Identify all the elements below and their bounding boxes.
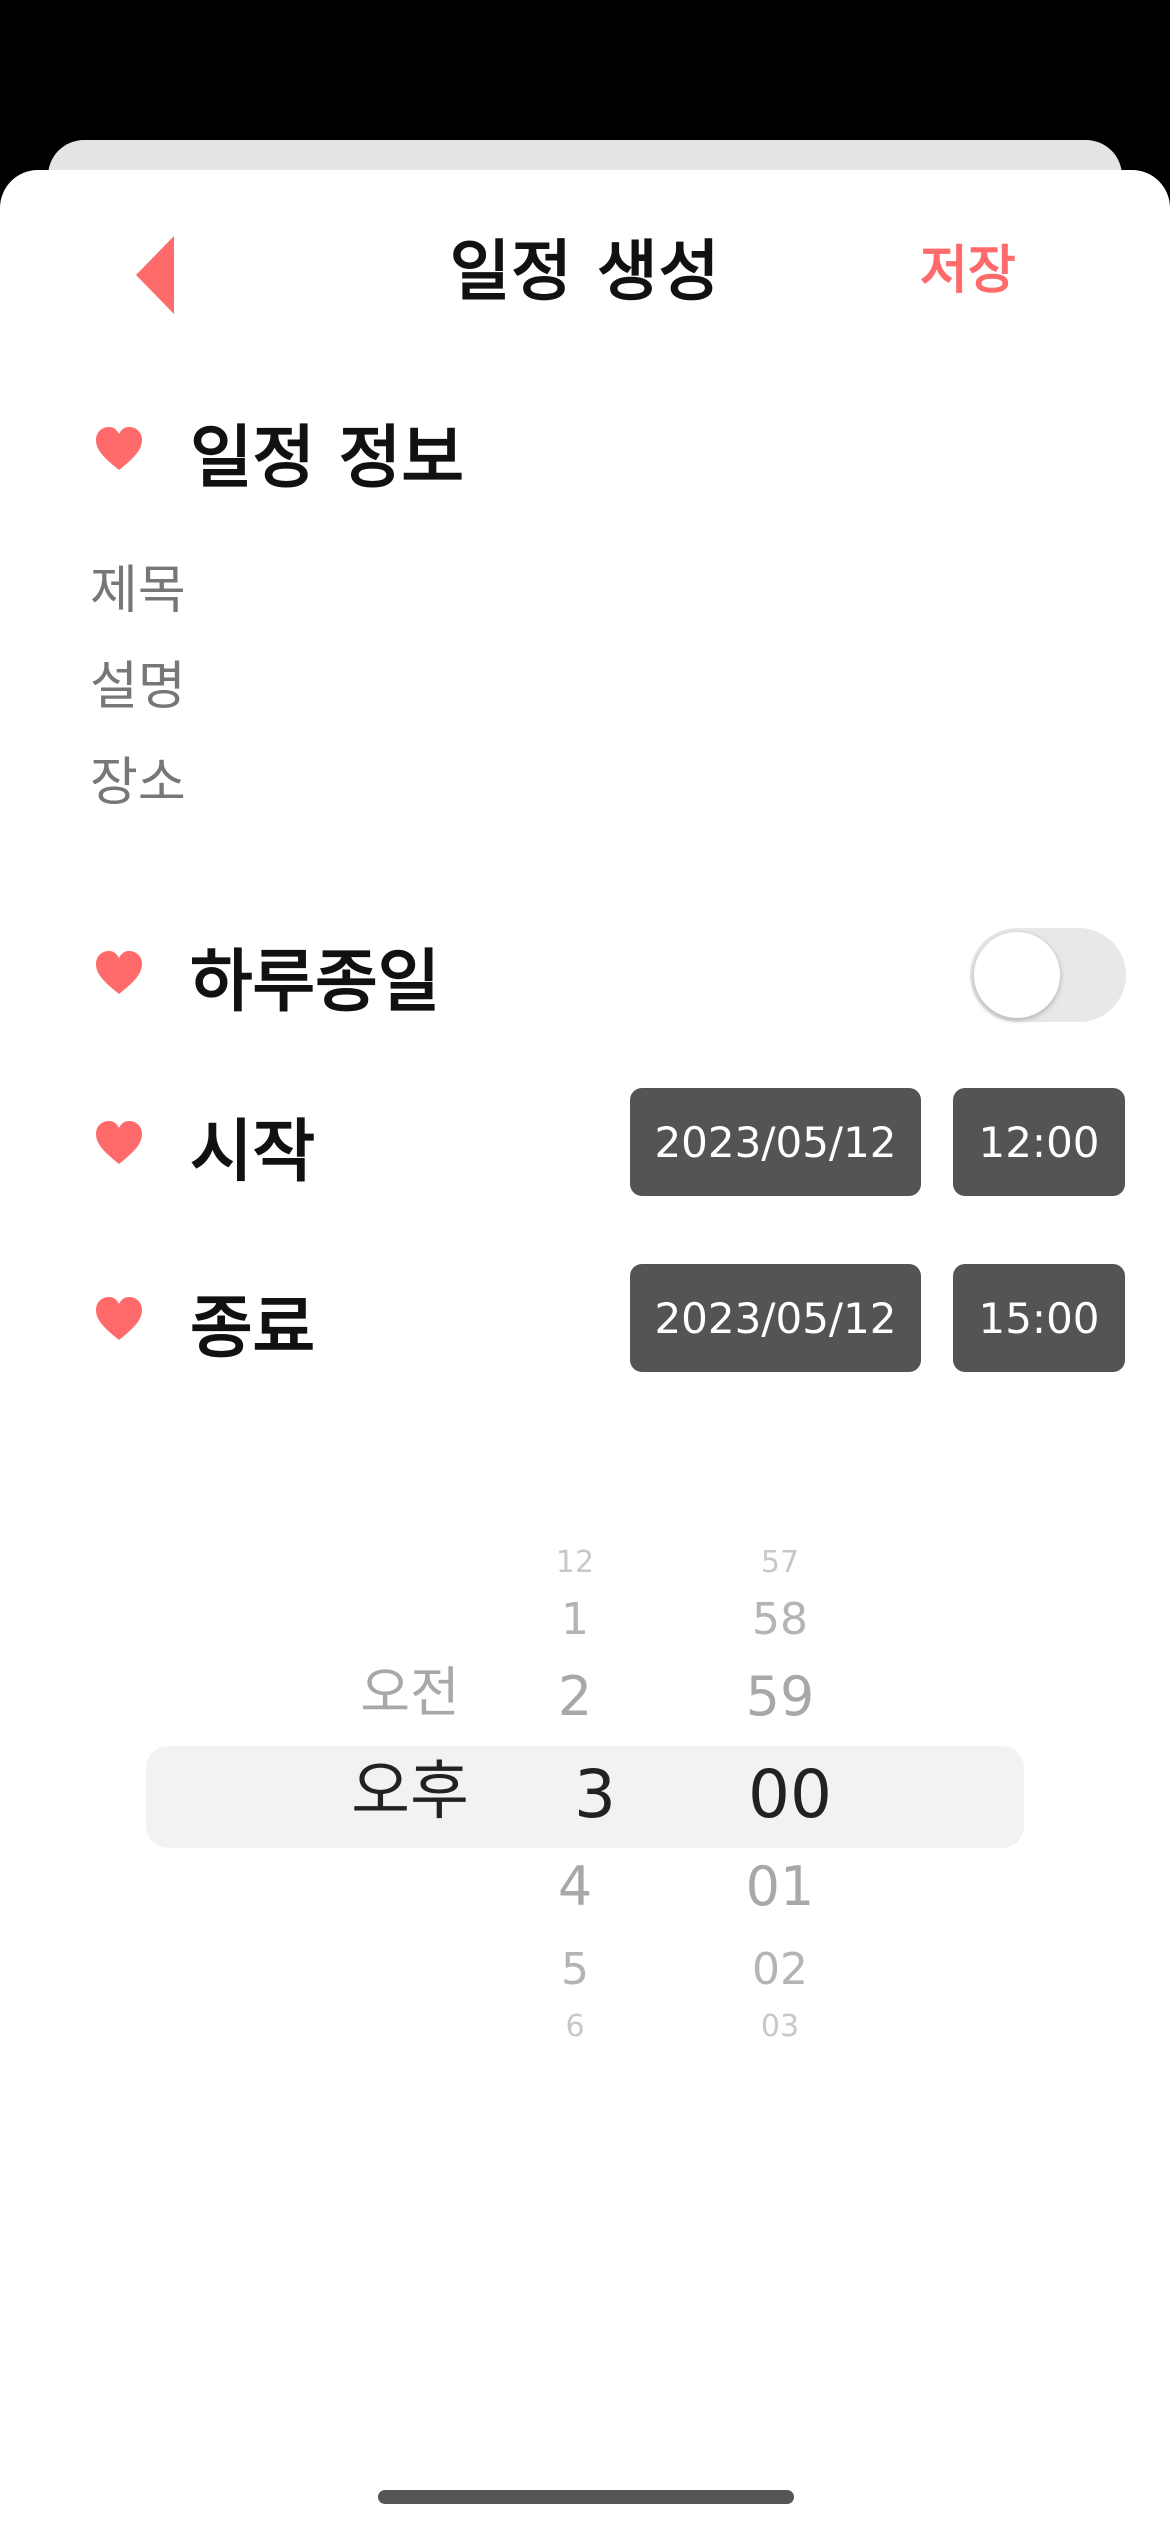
all-day-title: 하루종일 [190, 943, 441, 1022]
title-field[interactable]: 제목 [90, 548, 186, 623]
minute-option[interactable]: 58 [730, 1598, 830, 1642]
hour-option[interactable]: 6 [535, 2012, 615, 2042]
ampm-selected[interactable]: 오후 [340, 1760, 480, 1824]
end-time-button[interactable]: 15:00 [953, 1264, 1125, 1372]
heart-icon [96, 427, 142, 470]
hour-option[interactable]: 2 [535, 1670, 615, 1724]
start-time-button[interactable]: 12:00 [953, 1088, 1125, 1196]
save-button[interactable]: 저장 [920, 228, 1016, 303]
start-title: 시작 [190, 1113, 316, 1192]
minute-option[interactable]: 02 [730, 1948, 830, 1992]
hour-option[interactable]: 5 [535, 1948, 615, 1992]
end-date-button[interactable]: 2023/05/12 [630, 1264, 921, 1372]
toggle-knob [974, 932, 1060, 1018]
location-field[interactable]: 장소 [90, 740, 186, 815]
hour-option[interactable]: 4 [535, 1860, 615, 1914]
minute-option[interactable]: 01 [730, 1860, 830, 1914]
event-info-title: 일정 정보 [190, 419, 464, 498]
ampm-option-am[interactable]: 오전 [340, 1666, 480, 1720]
hour-selected[interactable]: 3 [555, 1762, 635, 1828]
heart-icon [96, 1297, 142, 1340]
minute-option[interactable]: 57 [730, 1548, 830, 1578]
create-event-sheet: 일정 생성 저장 일정 정보 제목 설명 장소 하루종일 시작 2023/05/… [0, 170, 1170, 2532]
heart-icon [96, 951, 142, 994]
minute-selected[interactable]: 00 [730, 1762, 850, 1828]
minute-option[interactable]: 03 [730, 2012, 830, 2042]
minute-option[interactable]: 59 [730, 1670, 830, 1724]
end-title: 종료 [190, 1289, 316, 1368]
heart-icon [96, 1121, 142, 1164]
home-indicator [378, 2490, 794, 2504]
start-date-button[interactable]: 2023/05/12 [630, 1088, 921, 1196]
all-day-toggle[interactable] [970, 928, 1126, 1022]
hour-option[interactable]: 1 [535, 1598, 615, 1642]
description-field[interactable]: 설명 [90, 644, 186, 719]
hour-option[interactable]: 12 [535, 1548, 615, 1578]
